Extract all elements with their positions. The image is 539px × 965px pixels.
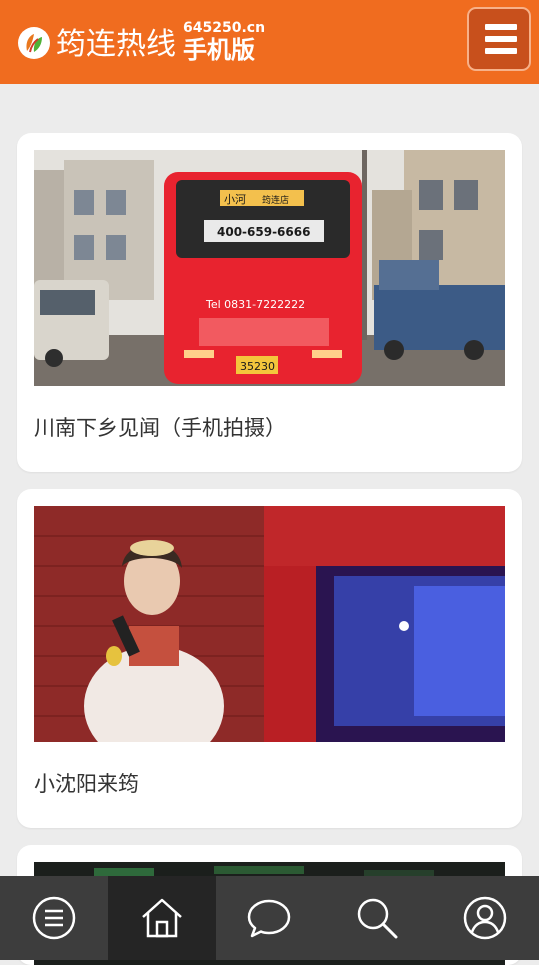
hamburger-menu-button[interactable]	[467, 7, 531, 71]
leaf-logo-icon[interactable]	[17, 26, 51, 60]
search-icon	[358, 898, 398, 939]
hamburger-bar	[485, 48, 517, 54]
bus-ad-tel: Tel 0831-7222222	[205, 298, 305, 311]
nav-home[interactable]	[107, 876, 216, 960]
bus-route-sign: 小河	[224, 193, 246, 206]
brand-name[interactable]: 筠连热线	[56, 27, 176, 63]
feed-item-title[interactable]: 小沈阳来筠	[34, 769, 139, 799]
nav-profile[interactable]	[431, 876, 539, 960]
hamburger-bar	[485, 36, 517, 42]
brand-mobile-label: 手机版	[183, 36, 255, 64]
top-bar: 筠连热线 645250.cn 手机版	[0, 0, 539, 84]
feed-card[interactable]: 小沈阳来筠	[17, 489, 522, 828]
bus-route-destination: 筠连店	[262, 194, 289, 206]
feed-card[interactable]: 小河 筠连店 400-659-6666 Tel 0831-7222222 352…	[17, 133, 522, 472]
singer-on-stage-photo[interactable]	[34, 506, 505, 742]
chat-bubble-icon	[248, 899, 291, 938]
brand-domain: 645250.cn	[183, 20, 266, 36]
home-icon	[141, 898, 182, 938]
user-icon	[463, 896, 507, 940]
red-bus-street-photo[interactable]: 小河 筠连店 400-659-6666 Tel 0831-7222222 352…	[34, 150, 505, 386]
feed-item-title[interactable]: 川南下乡见闻（手机拍摄）	[34, 413, 286, 443]
nav-search[interactable]	[323, 876, 431, 960]
hamburger-menu-icon	[485, 24, 517, 30]
bus-plate: 35230	[240, 360, 275, 373]
bottom-nav	[0, 876, 539, 960]
nav-messages[interactable]	[216, 876, 324, 960]
bus-ad-phone: 400-659-6666	[217, 225, 310, 239]
nav-menu[interactable]	[0, 876, 108, 960]
menu-circle-icon	[32, 896, 76, 940]
